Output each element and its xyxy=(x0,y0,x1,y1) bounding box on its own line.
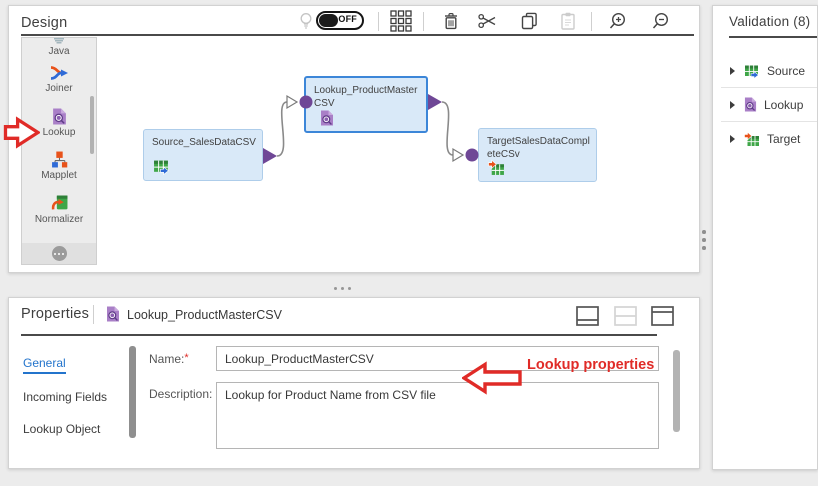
palette-item-mapplet[interactable]: Mapplet xyxy=(22,151,96,181)
split-middle-layout-icon xyxy=(614,306,637,326)
palette-item-label: Mapplet xyxy=(41,170,77,181)
normalizer-icon xyxy=(51,195,68,212)
node-label: TargetSalesDataCompleteCSv xyxy=(487,136,590,160)
validation-item-label: Target xyxy=(767,132,801,146)
mapplet-icon xyxy=(51,151,68,168)
palette-lookup-annotation-arrow-icon xyxy=(3,116,40,149)
expand-caret-icon[interactable] xyxy=(730,135,735,143)
palette-item-label: Joiner xyxy=(45,83,73,94)
lookup-icon xyxy=(320,110,334,126)
palette-item-label: Normalizer xyxy=(34,214,84,225)
palette-item-joiner[interactable]: Joiner xyxy=(22,65,96,94)
palette-item-label: Java xyxy=(48,46,70,57)
tab-lookup-object[interactable]: Lookup Object xyxy=(23,422,100,436)
validation-item-target[interactable]: Target xyxy=(721,122,817,156)
paste-icon xyxy=(555,9,581,33)
validation-header-underline xyxy=(729,36,817,38)
cut-scissors-icon[interactable] xyxy=(474,9,500,33)
validation-item-lookup[interactable]: Lookup xyxy=(721,88,817,122)
design-header-divider xyxy=(21,34,694,36)
properties-panel-title: Properties xyxy=(21,306,90,322)
canvas-off-toggle[interactable]: OFF xyxy=(316,11,364,30)
dock-bottom-layout-icon[interactable] xyxy=(576,306,599,326)
canvas-node-target[interactable]: TargetSalesDataCompleteCSv xyxy=(478,128,597,182)
canvas-node-source[interactable]: Source_SalesDataCSV xyxy=(143,129,263,181)
lookup-icon xyxy=(106,306,120,322)
canvas-node-lookup[interactable]: Lookup_ProductMasterCSV xyxy=(304,76,428,133)
tab-general[interactable]: General xyxy=(23,356,66,374)
tabs-scrollbar[interactable] xyxy=(129,346,136,438)
lookup-icon xyxy=(744,97,757,112)
toggle-state-label: OFF xyxy=(338,14,357,24)
toolbar-divider xyxy=(378,12,379,31)
properties-panel: Properties Lookup_ProductMasterCSV Gener… xyxy=(8,297,700,469)
description-field-label: Description: xyxy=(149,387,213,401)
properties-scrollbar[interactable] xyxy=(673,350,680,432)
palette-scrollbar[interactable] xyxy=(90,96,94,154)
source-icon xyxy=(744,63,760,79)
selected-transformation-title: Lookup_ProductMasterCSV xyxy=(127,308,282,322)
joiner-icon xyxy=(49,65,69,81)
horizontal-splitter-handle[interactable] xyxy=(341,287,344,290)
toolbar-divider xyxy=(423,12,424,31)
target-icon xyxy=(488,159,505,176)
description-input[interactable]: Lookup for Product Name from CSV file xyxy=(216,382,659,449)
validation-item-label: Lookup xyxy=(764,97,804,112)
ellipsis-more-icon[interactable] xyxy=(51,246,67,261)
target-icon xyxy=(744,131,760,147)
vertical-splitter-handle[interactable] xyxy=(702,238,706,242)
source-icon xyxy=(153,158,170,175)
validation-item-source[interactable]: Source xyxy=(721,54,817,88)
properties-header-underline xyxy=(21,334,657,336)
toolbar-divider xyxy=(591,12,592,31)
lookup-icon xyxy=(52,108,67,125)
delete-icon[interactable] xyxy=(438,9,464,33)
expand-caret-icon[interactable] xyxy=(730,66,735,75)
java-icon xyxy=(51,38,67,44)
palette-item-label: Lookup xyxy=(42,127,76,138)
design-panel: Design OFF Java Joiner Lookup Mapplet No… xyxy=(8,5,700,273)
recommendation-bulb-icon[interactable] xyxy=(296,9,316,33)
tab-incoming-fields[interactable]: Incoming Fields xyxy=(23,390,107,404)
validation-item-label: Source xyxy=(767,63,806,78)
zoom-out-icon[interactable] xyxy=(648,9,674,33)
validation-panel-title: Validation (8) xyxy=(729,14,811,29)
toggle-knob-icon xyxy=(319,14,338,27)
palette-item-java[interactable]: Java xyxy=(22,38,96,57)
expand-caret-icon[interactable] xyxy=(730,100,735,109)
copy-icon[interactable] xyxy=(516,9,542,33)
grid-layout-icon[interactable] xyxy=(388,9,414,33)
design-panel-title: Design xyxy=(21,15,68,31)
transformation-palette: Java Joiner Lookup Mapplet Normalizer xyxy=(21,37,97,265)
palette-more-strip xyxy=(22,243,96,264)
dock-top-layout-icon[interactable] xyxy=(651,306,674,326)
zoom-in-icon[interactable] xyxy=(605,9,631,33)
lookup-properties-annotation-text: Lookup properties xyxy=(527,357,655,373)
validation-panel: Validation (8) Source Lookup Target xyxy=(712,5,818,470)
node-label: Lookup_ProductMasterCSV xyxy=(314,85,418,109)
properties-header-divider xyxy=(93,305,94,324)
required-marker: * xyxy=(184,352,189,364)
palette-item-normalizer[interactable]: Normalizer xyxy=(22,195,96,225)
lookup-properties-annotation-arrow-icon xyxy=(461,361,523,395)
name-field-label: Name:* xyxy=(149,352,189,366)
node-label: Source_SalesDataCSV xyxy=(152,137,256,148)
